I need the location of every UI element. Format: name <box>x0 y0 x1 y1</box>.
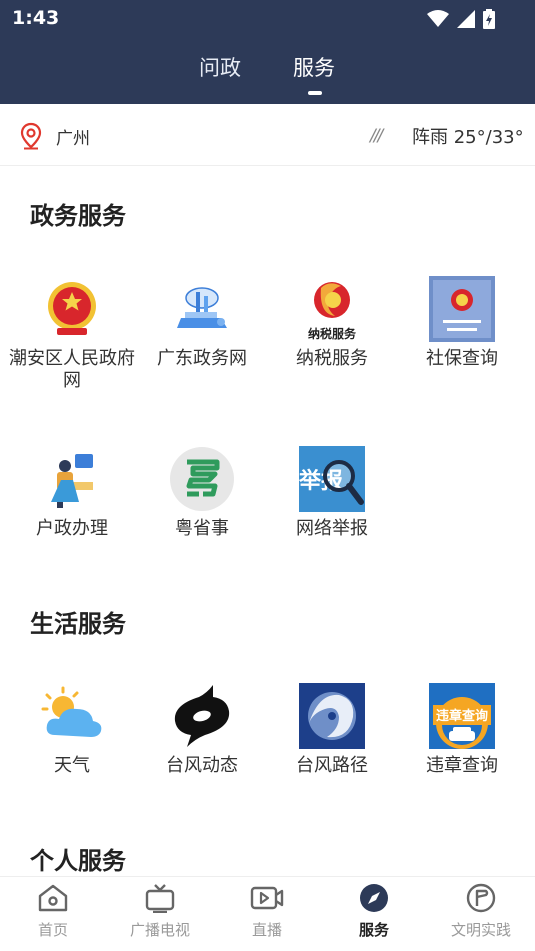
social-security-card-icon <box>429 276 495 342</box>
service-label: 社保查询 <box>426 348 498 369</box>
active-tab-indicator <box>308 91 322 95</box>
section-title-personal: 个人服务 <box>30 847 126 875</box>
national-emblem-icon <box>48 282 96 335</box>
home-icon <box>38 884 68 912</box>
service-tax[interactable]: 纳税服务 纳税服务 <box>267 276 397 370</box>
header-tabs: 问政 服务 <box>0 52 535 96</box>
status-time: 1:43 <box>12 7 60 29</box>
traffic-violation-icon: 违章查询 <box>429 683 495 749</box>
location-city[interactable]: 广州 <box>56 124 90 149</box>
service-label: 天气 <box>54 755 90 776</box>
nav-home[interactable]: 首页 <box>0 883 106 940</box>
service-yue-sheng-shi[interactable]: 粤省事 <box>137 446 267 540</box>
nav-label: 首页 <box>37 921 68 939</box>
cloud-laptop-icon <box>177 287 227 328</box>
nav-label: 服务 <box>358 921 389 939</box>
service-label: 纳税服务 <box>296 348 368 369</box>
rain-lines-icon: /// <box>370 126 383 146</box>
weather-summary: 阵雨 25°/33° <box>412 127 524 148</box>
violation-logo-text: 违章查询 <box>436 708 488 724</box>
location-pin-icon[interactable] <box>20 122 42 150</box>
service-household[interactable]: 户政办理 <box>7 446 137 540</box>
service-guangdong-gov[interactable]: 广东政务网 <box>137 276 267 370</box>
status-icons <box>427 9 495 29</box>
nav-label: 文明实践 <box>450 921 511 939</box>
service-typhoon-news[interactable]: 台风动态 <box>137 683 267 777</box>
compass-icon <box>360 884 388 912</box>
yue-sheng-shi-icon <box>170 447 234 511</box>
live-video-icon <box>250 886 284 910</box>
service-label: 网络举报 <box>296 518 368 539</box>
service-label: 台风路径 <box>296 755 368 776</box>
weather-sun-cloud-icon <box>41 686 102 737</box>
service-label: 台风动态 <box>166 755 238 776</box>
tab-service[interactable]: 服务 <box>293 52 335 82</box>
location-weather-bar: 广州 /// 阵雨 25°/33° <box>0 104 535 166</box>
service-chaoan-gov[interactable]: 潮安区人民政府网 <box>7 276 137 392</box>
flag-badge-icon <box>466 883 496 913</box>
signal-icon <box>457 10 475 28</box>
nav-live[interactable]: 直播 <box>214 883 320 940</box>
section-title-life: 生活服务 <box>30 610 126 638</box>
tax-logo-text: 纳税服务 <box>308 326 357 341</box>
bottom-navigation: 首页 广播电视 直播 服务 文明实践 <box>0 876 535 951</box>
service-label: 违章查询 <box>426 755 498 776</box>
typhoon-satellite-icon <box>299 683 365 749</box>
typhoon-symbol-icon <box>174 685 230 747</box>
service-label: 广东政务网 <box>157 348 247 369</box>
tab-wenzheng[interactable]: 问政 <box>199 52 241 82</box>
status-bar: 1:43 <box>0 0 535 38</box>
nav-broadcast-tv[interactable]: 广播电视 <box>107 883 213 940</box>
battery-icon <box>483 9 495 29</box>
tv-icon <box>145 884 175 913</box>
top-bar: 1:43 问政 服务 <box>0 0 535 104</box>
service-label: 户政办理 <box>36 518 108 539</box>
service-traffic-violation[interactable]: 违章查询 违章查询 <box>397 683 527 777</box>
nav-service[interactable]: 服务 <box>321 883 427 940</box>
service-social-security[interactable]: 社保查询 <box>397 276 527 370</box>
report-magnifier-icon: 举报 <box>299 446 365 512</box>
nav-label: 直播 <box>251 921 282 939</box>
service-typhoon-path[interactable]: 台风路径 <box>267 683 397 777</box>
nav-label: 广播电视 <box>129 921 190 939</box>
nav-civilization[interactable]: 文明实践 <box>428 883 534 940</box>
service-label: 粤省事 <box>175 518 229 539</box>
service-online-report[interactable]: 举报 网络举报 <box>267 446 397 540</box>
service-weather[interactable]: 天气 <box>7 683 137 777</box>
tax-service-logo-icon: 纳税服务 <box>308 282 357 341</box>
household-registration-icon <box>51 454 93 508</box>
wifi-icon <box>427 10 449 27</box>
section-title-government: 政务服务 <box>30 202 126 230</box>
service-label: 潮安区人民政府网 <box>9 348 135 391</box>
